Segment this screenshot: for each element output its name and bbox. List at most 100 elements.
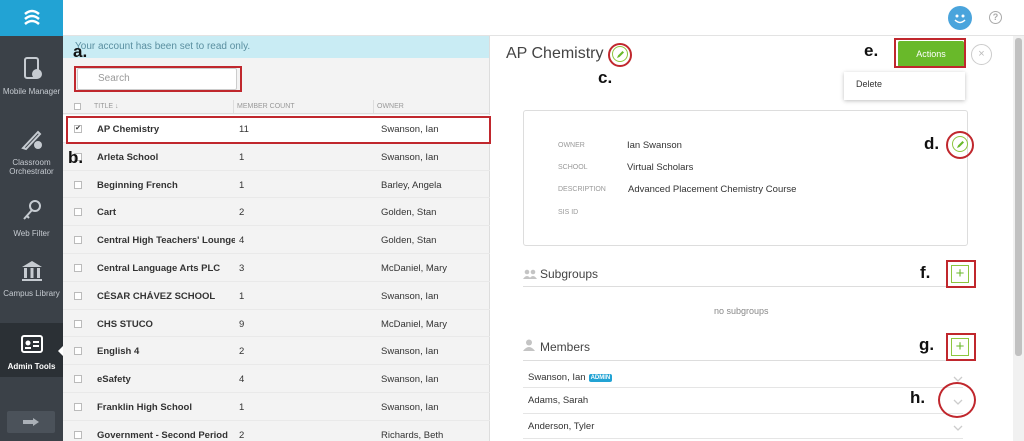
row-checkbox[interactable] [74,347,82,356]
scrollbar[interactable] [1013,36,1024,441]
group-title: CHS STUCO [97,318,153,330]
scrollbar-thumb[interactable] [1015,38,1022,356]
annotation-label-h: h. [910,388,926,407]
sidebar-item-campus-library[interactable]: Campus Library [0,256,63,298]
member-item[interactable]: Swanson, Ian ADMIN [528,372,613,383]
classroom-orchestrator-icon [17,125,47,155]
member-count: 3 [239,262,245,274]
divider [523,387,963,388]
member-item[interactable]: Adams, Sarah [528,395,588,406]
column-header-member-count[interactable]: MEMBER COUNT [237,103,295,110]
menu-item-delete[interactable]: Delete [856,79,882,89]
sidebar-item-classroom-orchestrator[interactable]: Classroom Orchestrator [0,125,63,176]
sidebar-item-label: Web Filter [13,229,50,238]
row-checkbox[interactable] [74,236,82,245]
annotation-label-g: g. [919,335,935,354]
row-checkbox[interactable] [74,180,82,189]
group-title-heading: AP Chemistry [506,45,604,62]
sidebar-item-web-filter[interactable]: Web Filter [0,196,63,238]
table-row[interactable]: Beginning French 1 Barley, Angela [63,171,490,199]
column-divider [233,100,234,114]
row-checkbox[interactable] [74,291,82,300]
owner-name: Swanson, Ian [381,290,439,302]
member-count: 2 [239,429,245,441]
group-title: English 4 [97,346,140,358]
table-row[interactable]: CHS STUCO 9 McDaniel, Mary [63,310,490,338]
owner-name: Swanson, Ian [381,151,439,163]
help-icon[interactable]: ? [989,11,1002,24]
table-row[interactable]: Cart 2 Golden, Stan [63,198,490,227]
description-label: DESCRIPTION [558,186,606,193]
sidebar-item-mobile-manager[interactable]: Mobile Manager [0,54,63,96]
group-title: Franklin High School [97,401,193,413]
table-header: TITLE ↓ MEMBER COUNT OWNER [63,100,490,114]
divider [523,413,963,414]
table-row[interactable]: Government - Second Period 2 Richards, Bet… [63,421,490,441]
annotation-label-a: a. [73,42,88,61]
sidebar-item-label: Admin Tools [7,362,56,371]
divider [523,360,968,361]
sidebar: Mobile Manager Classroom Orchestrator We… [0,0,64,441]
collapse-sidebar-button[interactable] [7,411,55,433]
owner-name: Swanson, Ian [381,374,439,386]
annotation-label-b: b. [68,148,84,167]
table-row[interactable]: Franklin High School 1 Swanson, Ian [63,393,490,421]
row-checkbox[interactable] [74,208,82,217]
app-window: Mobile Manager Classroom Orchestrator We… [0,0,1024,441]
table-row[interactable]: English 4 2 Swanson, Ian [63,337,490,366]
column-header-title[interactable]: TITLE ↓ [94,103,119,110]
annotation-label-d: d. [924,134,940,153]
divider [523,438,963,439]
school-label: SCHOOL [558,164,588,171]
owner-name: Golden, Stan [381,207,437,219]
row-checkbox[interactable] [74,430,82,439]
members-heading: Members [540,340,591,354]
annotation-label-f: f. [920,263,931,282]
column-header-owner[interactable]: OWNER [377,103,404,110]
admin-badge: ADMIN [588,374,613,382]
owner-name: McDaniel, Mary [381,262,447,274]
table-row[interactable]: Central Language Arts PLC 3 McDaniel, Mary [63,254,490,282]
table-row[interactable]: Central High Teachers' Lounge 4 Golden, St… [63,226,490,254]
member-item[interactable]: Anderson, Tyler [528,421,594,432]
table-row[interactable]: CÉSAR CHÁVEZ SCHOOL 1 Swanson, Ian [63,282,490,310]
close-button[interactable]: × [971,44,992,65]
row-checkbox[interactable] [74,263,82,272]
row-checkbox[interactable] [74,402,82,411]
member-count: 1 [239,179,245,191]
table-row[interactable]: eSafety 4 Swanson, Ian [63,365,490,393]
group-detail-panel: AP Chemistry Actions × Delete OWNER Ian … [490,36,1013,441]
member-count: 1 [239,290,245,302]
select-all-checkbox[interactable] [74,103,81,110]
owner-value: Ian Swanson [627,140,682,151]
row-checkbox[interactable] [74,375,82,384]
school-value: Virtual Scholars [627,162,694,173]
group-title: Cart [97,207,117,219]
member-count: 4 [239,374,245,386]
annotation-highlight-edit-info [946,131,974,159]
user-avatar[interactable] [948,6,972,30]
member-count: 1 [239,401,245,413]
mobile-manager-icon [17,54,47,84]
actions-menu: Delete [844,72,965,100]
table-row[interactable]: Arleta School 1 Swanson, Ian [63,143,490,171]
group-title: Central Language Arts PLC [97,262,221,274]
brand-logo[interactable] [0,0,63,36]
member-count: 1 [239,151,245,163]
person-icon [523,339,535,351]
sidebar-item-admin-tools[interactable]: Admin Tools [0,323,64,377]
annotation-highlight-edit-title [608,43,632,67]
subgroups-heading: Subgroups [540,267,599,281]
column-divider [373,100,374,114]
annotation-label-c: c. [598,68,613,87]
description-value: Advanced Placement Chemistry Course [628,184,797,195]
group-title: Beginning French [97,179,178,191]
admin-tools-icon [17,329,47,359]
member-name: Anderson, Tyler [528,421,595,432]
group-title: Government - Second Period [97,429,228,441]
row-checkbox[interactable] [74,319,82,328]
member-count: 2 [239,207,245,219]
chevron-down-icon[interactable] [953,423,963,433]
owner-name: Swanson, Ian [381,401,439,413]
key-icon [17,196,47,226]
